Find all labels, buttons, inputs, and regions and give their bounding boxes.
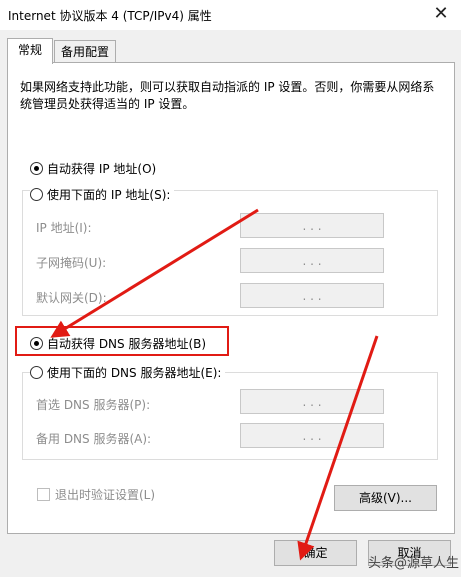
tab-general[interactable]: 常规 — [7, 38, 53, 64]
annotation-arrows — [50, 208, 379, 561]
arrow-to-dns-option — [50, 208, 259, 338]
watermark: 头条@源草人生 — [368, 556, 460, 571]
arrow-to-ok-button — [297, 335, 379, 561]
